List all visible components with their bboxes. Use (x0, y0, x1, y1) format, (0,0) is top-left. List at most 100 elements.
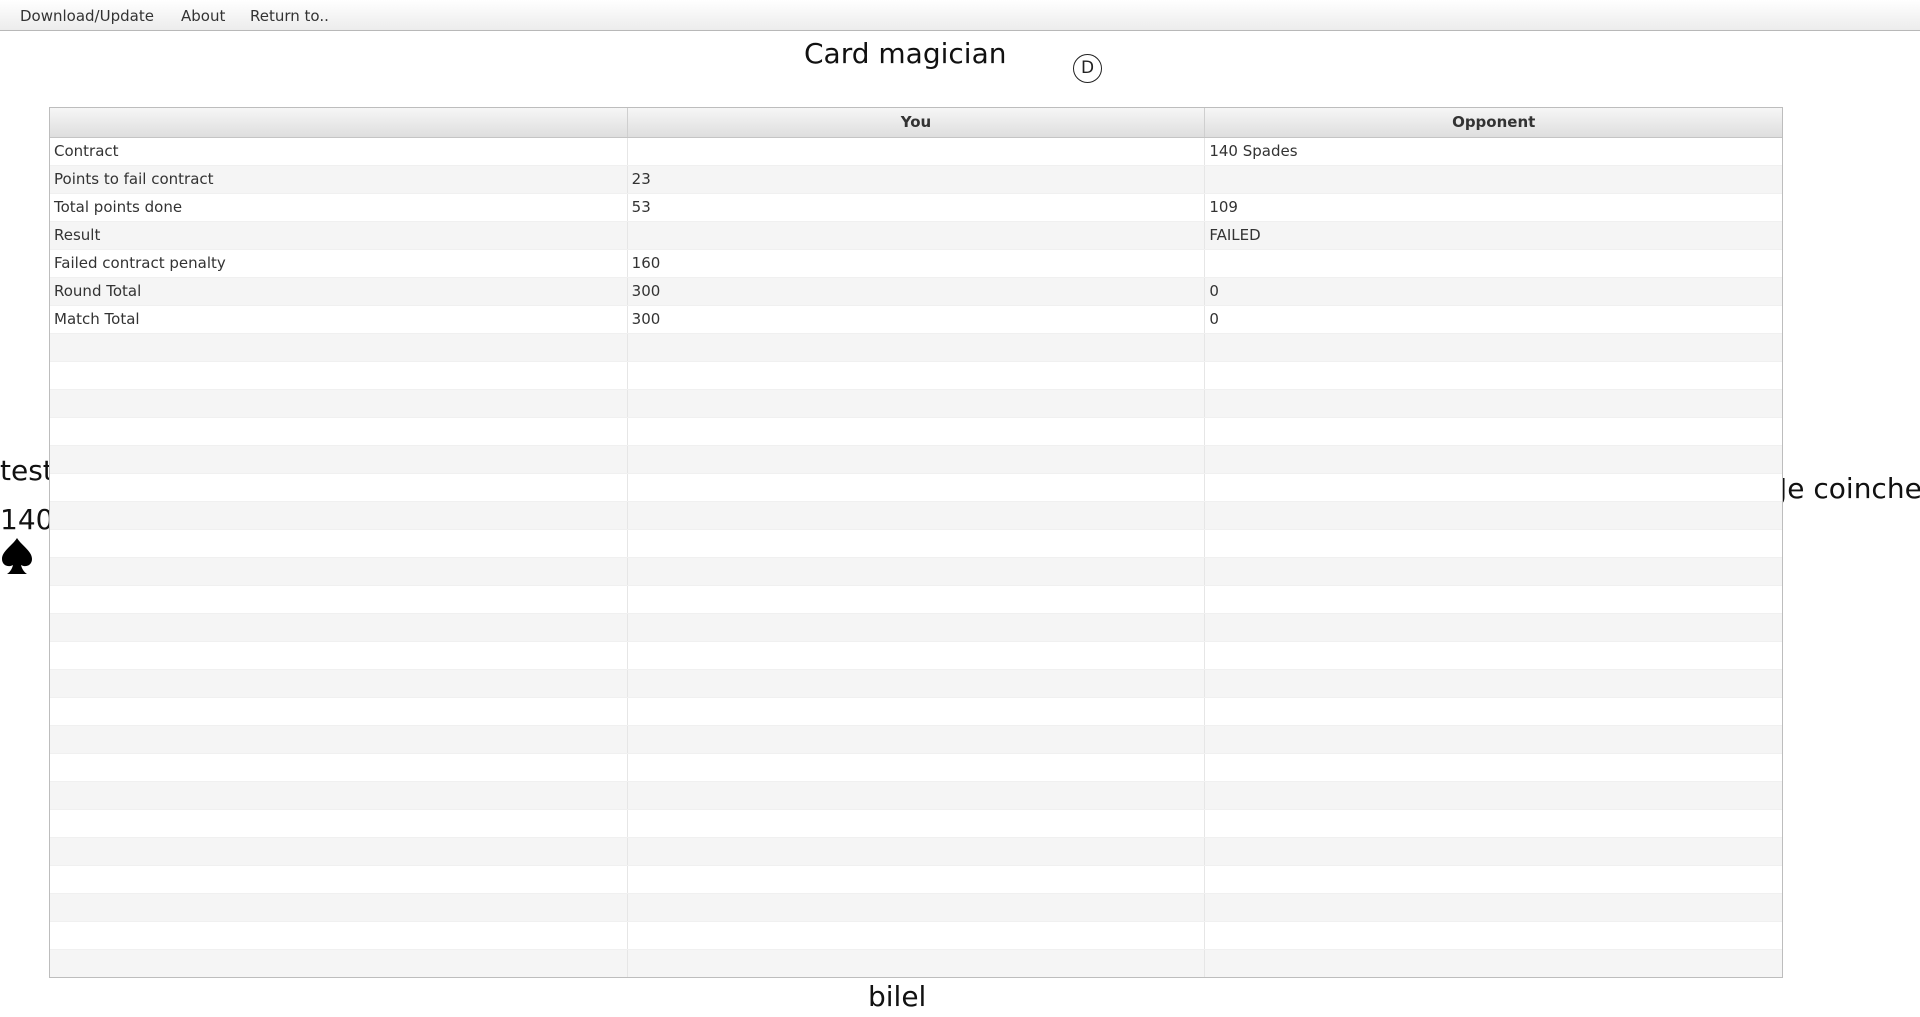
table-row[interactable] (50, 950, 1782, 977)
table-row[interactable] (50, 782, 1782, 810)
table-row[interactable] (50, 446, 1782, 474)
you-cell (628, 698, 1206, 725)
row-label-cell (50, 334, 628, 361)
you-cell (628, 530, 1206, 557)
opponent-cell: 0 (1209, 310, 1219, 328)
table-row[interactable] (50, 754, 1782, 782)
opponent-cell (1205, 334, 1782, 361)
table-row[interactable]: Points to fail contract 23 (50, 166, 1782, 194)
table-row[interactable] (50, 894, 1782, 922)
table-row[interactable]: Result FAILED (50, 222, 1782, 250)
row-label-cell (50, 642, 628, 669)
you-cell (628, 950, 1206, 977)
opponent-cell (1205, 250, 1782, 277)
you-cell: 300 (628, 306, 1206, 333)
you-cell (628, 586, 1206, 613)
west-bid-value: 140 (0, 503, 54, 536)
you-cell (628, 838, 1206, 865)
you-cell (628, 362, 1206, 389)
row-label-cell (50, 586, 628, 613)
table-row[interactable] (50, 586, 1782, 614)
table-row[interactable] (50, 362, 1782, 390)
you-cell (628, 474, 1206, 501)
table-row[interactable] (50, 642, 1782, 670)
row-label-cell (50, 446, 628, 473)
you-cell (628, 754, 1206, 781)
table-row[interactable] (50, 698, 1782, 726)
row-label-cell (50, 474, 628, 501)
opponent-cell (1205, 698, 1782, 725)
opponent-cell (1205, 726, 1782, 753)
you-cell (628, 334, 1206, 361)
row-label-cell (50, 754, 628, 781)
row-label-cell (50, 614, 628, 641)
north-player-name: Card magician (804, 37, 1007, 70)
you-cell (628, 810, 1206, 837)
east-player-name: Je coinche (1779, 472, 1920, 505)
table-row[interactable] (50, 810, 1782, 838)
table-row[interactable]: Round Total 300 0 (50, 278, 1782, 306)
opponent-cell (1205, 922, 1782, 949)
row-label-cell (50, 922, 628, 949)
row-label-cell (50, 530, 628, 557)
west-player-name: test (0, 454, 54, 487)
row-label-cell (50, 894, 628, 921)
table-body: Contract 140 Spades Points to fail contrac… (50, 138, 1782, 977)
row-label-cell (50, 698, 628, 725)
you-cell (628, 866, 1206, 893)
table-row[interactable] (50, 558, 1782, 586)
opponent-cell (1205, 362, 1782, 389)
menu-download-update[interactable]: Download/Update (20, 7, 154, 25)
row-label-cell: Match Total (50, 306, 628, 333)
table-row[interactable] (50, 614, 1782, 642)
menu-return-to[interactable]: Return to.. (250, 7, 329, 25)
table-row[interactable] (50, 502, 1782, 530)
row-label-cell (50, 782, 628, 809)
table-row[interactable] (50, 390, 1782, 418)
opponent-cell (1205, 586, 1782, 613)
menu-about[interactable]: About (181, 7, 225, 25)
you-cell (628, 418, 1206, 445)
row-label-cell (50, 390, 628, 417)
table-row[interactable]: Total points done 53 109 (50, 194, 1782, 222)
table-row[interactable] (50, 530, 1782, 558)
opponent-cell (1205, 390, 1782, 417)
table-row[interactable]: Match Total 300 0 (50, 306, 1782, 334)
opponent-cell (1205, 502, 1782, 529)
you-cell: 53 (628, 194, 1206, 221)
you-cell (628, 670, 1206, 697)
column-header-label[interactable] (50, 108, 628, 137)
opponent-cell: 140 Spades (1209, 142, 1298, 160)
table-row[interactable] (50, 670, 1782, 698)
table-row[interactable] (50, 922, 1782, 950)
column-header-you[interactable]: You (628, 108, 1206, 137)
you-cell (628, 782, 1206, 809)
row-label-cell: Points to fail contract (50, 166, 628, 193)
table-row[interactable] (50, 418, 1782, 446)
table-row[interactable] (50, 866, 1782, 894)
you-cell (628, 922, 1206, 949)
table-row[interactable] (50, 474, 1782, 502)
menu-bar: Download/Update About Return to.. (0, 0, 1920, 31)
row-label-cell (50, 810, 628, 837)
you-cell: 23 (628, 166, 1206, 193)
opponent-cell (1205, 418, 1782, 445)
opponent-cell (1205, 558, 1782, 585)
opponent-cell (1205, 810, 1782, 837)
opponent-cell (1205, 838, 1782, 865)
row-label-cell: Failed contract penalty (50, 250, 628, 277)
row-label-cell (50, 950, 628, 977)
opponent-cell (1205, 614, 1782, 641)
table-row[interactable] (50, 838, 1782, 866)
you-cell: 300 (628, 278, 1206, 305)
opponent-cell (1205, 670, 1782, 697)
table-row[interactable]: Failed contract penalty 160 (50, 250, 1782, 278)
opponent-cell (1205, 754, 1782, 781)
row-label-cell (50, 502, 628, 529)
table-row[interactable] (50, 334, 1782, 362)
column-header-opponent[interactable]: Opponent (1205, 108, 1782, 137)
table-row[interactable]: Contract 140 Spades (50, 138, 1782, 166)
opponent-cell: 0 (1209, 282, 1219, 300)
opponent-cell: FAILED (1209, 226, 1261, 244)
table-row[interactable] (50, 726, 1782, 754)
